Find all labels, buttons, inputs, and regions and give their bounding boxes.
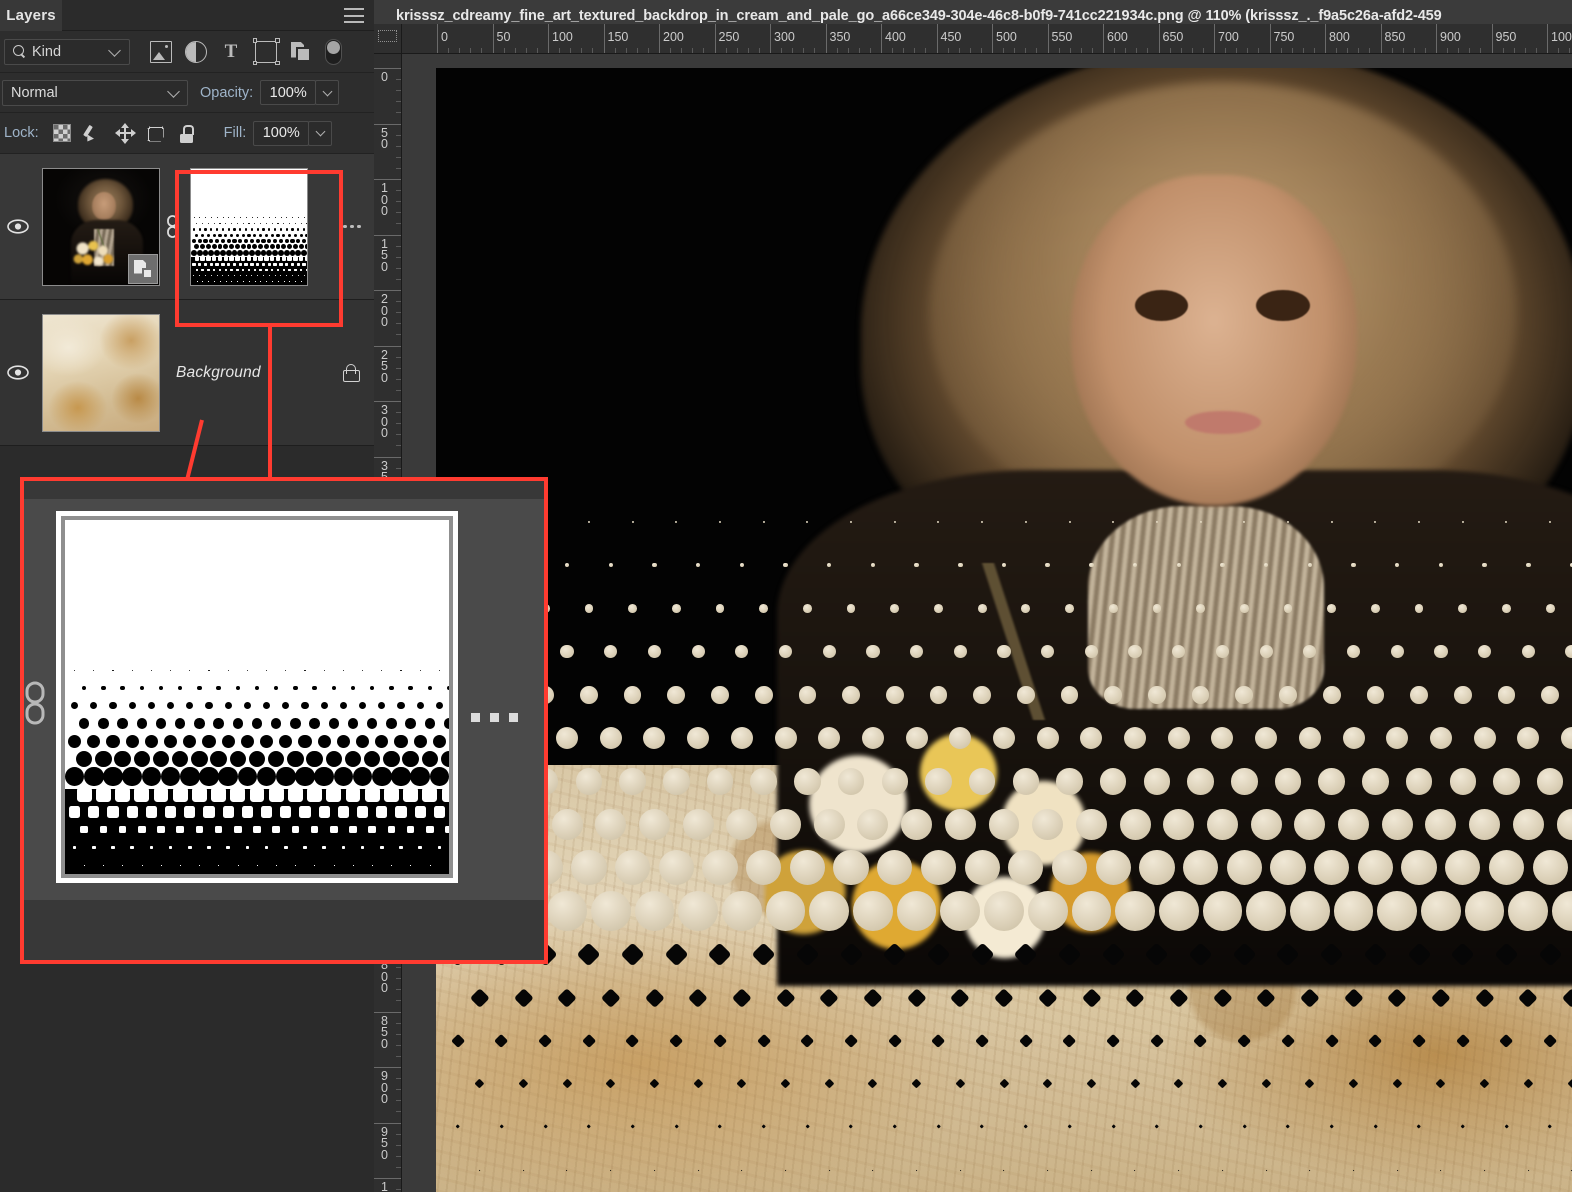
- fill-stepper-icon[interactable]: [308, 120, 333, 146]
- blend-mode-select[interactable]: Normal: [2, 79, 188, 106]
- chevron-down-icon: [108, 43, 121, 57]
- three-dots-icon[interactable]: [330, 224, 374, 229]
- filter-enable-toggle[interactable]: [325, 38, 342, 65]
- filter-pixel-layers-icon[interactable]: [150, 40, 172, 63]
- document-canvas[interactable]: [436, 68, 1572, 1192]
- background-thumbnail-wrap[interactable]: [42, 313, 160, 432]
- lock-icon[interactable]: [326, 363, 374, 382]
- table-row[interactable]: [0, 154, 374, 300]
- layer-list: Background: [0, 154, 374, 446]
- canvas-area[interactable]: [402, 54, 1572, 1192]
- opacity-label: Opacity:: [200, 84, 254, 101]
- layer-name[interactable]: Background: [160, 364, 326, 382]
- layer-filter-row: Kind T: [0, 31, 374, 73]
- photoshop-window: krisssz_cdreamy_fine_art_textured_backdr…: [0, 0, 1572, 1192]
- filter-kind-select[interactable]: Kind: [4, 38, 130, 65]
- filter-adjustment-layers-icon[interactable]: [185, 40, 207, 63]
- lock-transparent-pixels-icon[interactable]: [52, 124, 71, 142]
- three-dots-icon: [471, 713, 518, 722]
- lock-position-icon[interactable]: [114, 122, 136, 144]
- flower-bouquet: [765, 697, 1152, 1013]
- lock-artboard-nesting-icon[interactable]: [147, 126, 164, 142]
- chevron-down-icon: [167, 84, 180, 98]
- composited-artwork: [436, 68, 1572, 1192]
- document-title: krisssz_cdreamy_fine_art_textured_backdr…: [396, 8, 1442, 24]
- blend-mode-value: Normal: [11, 84, 58, 101]
- lock-all-icon[interactable]: [177, 124, 196, 143]
- magnified-halftone-mask: [65, 520, 449, 874]
- cream-texture-thumbnail[interactable]: [42, 313, 160, 432]
- horizontal-ruler[interactable]: 0 50 100 150 200 250 300 350 400 450 500 550 600 650 7…: [402, 24, 1572, 54]
- eye-icon[interactable]: [0, 219, 36, 234]
- filter-shape-layers-icon[interactable]: [252, 38, 280, 65]
- flower-branch: [890, 562, 1141, 720]
- callout-magnified-mask: [20, 477, 548, 964]
- ruler-origin-icon: [378, 30, 397, 42]
- opacity-input[interactable]: 100%: [260, 80, 317, 105]
- filter-kind-label: Kind: [32, 43, 62, 60]
- panel-tab-bar: Layers: [0, 0, 374, 31]
- layer-thumbnail-wrap[interactable]: [42, 167, 160, 286]
- fill-label: Fill:: [223, 125, 247, 141]
- layer-mask-thumbnail-wrap[interactable]: [190, 167, 308, 286]
- filter-smart-object-layers-icon[interactable]: [290, 41, 312, 63]
- hamburger-menu-icon[interactable]: [344, 8, 364, 23]
- opacity-stepper-icon[interactable]: [315, 80, 340, 105]
- lock-image-pixels-icon[interactable]: [84, 124, 103, 143]
- search-icon: [13, 45, 26, 58]
- filter-type-layers-icon[interactable]: T: [220, 41, 242, 63]
- magnified-mask-frame: [56, 511, 458, 883]
- table-row[interactable]: Background: [0, 300, 374, 446]
- fill-input[interactable]: 100%: [253, 120, 310, 146]
- tab-layers[interactable]: Layers: [0, 0, 62, 31]
- link-chain-icon[interactable]: [160, 214, 184, 240]
- halftone-gradient-layer-mask[interactable]: [190, 167, 308, 286]
- smart-object-photo-thumbnail[interactable]: [42, 167, 160, 286]
- link-chain-icon: [18, 677, 52, 729]
- lock-label: Lock:: [4, 125, 39, 141]
- lock-icon-group: [52, 122, 196, 144]
- blend-mode-row: Normal Opacity: 100%: [0, 73, 374, 113]
- document-title-bar: krisssz_cdreamy_fine_art_textured_backdr…: [374, 0, 1572, 24]
- smart-object-badge-icon: [128, 253, 158, 284]
- eye-icon[interactable]: [0, 365, 36, 380]
- ruler-corner[interactable]: [374, 24, 402, 54]
- filter-icon-group: T: [150, 38, 342, 65]
- lock-row: Lock: Fill: 100%: [0, 113, 374, 154]
